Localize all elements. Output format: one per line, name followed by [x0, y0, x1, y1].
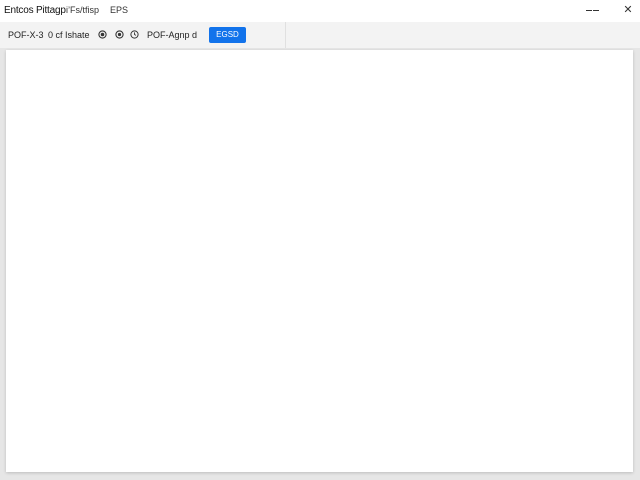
primary-action-button[interactable]: EGSD: [209, 27, 246, 43]
title-bar: Entcos Pittagp i’Fs/tfisp EPS ✕: [0, 0, 640, 22]
page-indicator: POF-X-3: [8, 30, 44, 40]
document-canvas[interactable]: [0, 48, 640, 480]
minimize-icon: [585, 9, 592, 11]
size-label: 0 cf Ishate: [48, 30, 90, 40]
mode-label: POF-Agnp d: [147, 30, 198, 40]
minimize-button[interactable]: [584, 2, 600, 18]
app-title: Entcos Pittagp: [4, 5, 66, 16]
clock-icon[interactable]: [130, 30, 139, 39]
dot-circle-icon[interactable]: [98, 30, 107, 39]
document-page[interactable]: [6, 50, 633, 472]
dot-circle-icon[interactable]: [115, 30, 124, 39]
close-button[interactable]: ✕: [620, 2, 636, 18]
menu-item-file[interactable]: i’Fs/tfisp: [66, 5, 99, 15]
minimize-icon: [592, 9, 599, 11]
toolbar: POF-X-3 0 cf Ishate POF-Agnp d: [0, 22, 640, 49]
toolbar-divider: [285, 22, 286, 48]
app-window: Entcos Pittagp i’Fs/tfisp EPS ✕ POF-X-3 …: [0, 0, 640, 480]
menu-item-eps[interactable]: EPS: [110, 5, 128, 15]
